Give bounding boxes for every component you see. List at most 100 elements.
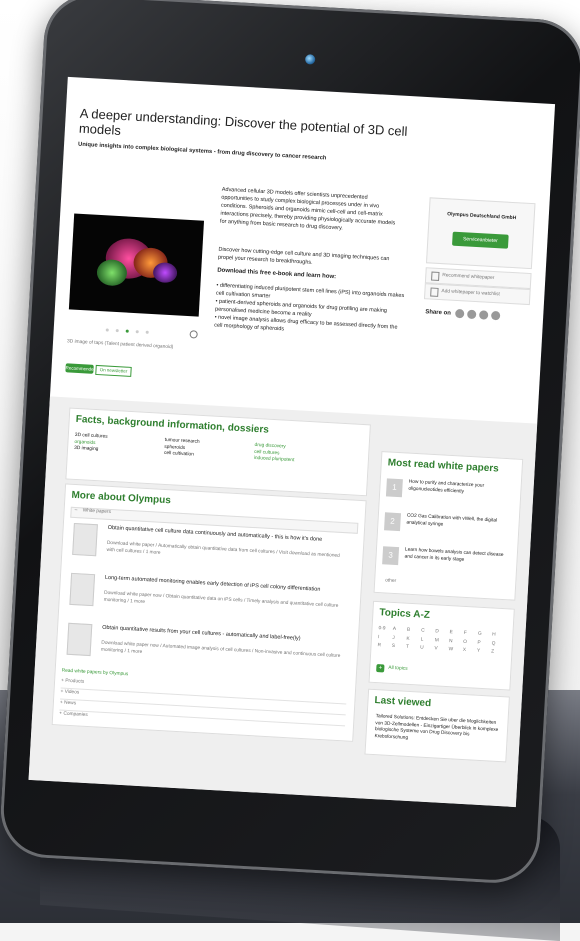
letter-link[interactable]: U <box>420 646 435 653</box>
plus-icon: + <box>376 664 385 673</box>
zoom-icon[interactable] <box>189 330 198 339</box>
carousel-dot[interactable] <box>115 328 119 333</box>
carousel-dot-active[interactable] <box>125 329 129 333</box>
facts-col-2: tumour research spheroids cell cultivati… <box>164 438 245 462</box>
image-caption: 3D image of taps (Talent patient derived… <box>66 339 174 351</box>
most-read-title-text: How to purify and characterize your olig… <box>408 479 485 495</box>
letter-link[interactable]: J <box>392 636 407 643</box>
rank-badge: 2 <box>384 512 402 532</box>
section-label: White papers <box>82 508 112 516</box>
most-read-item[interactable]: 1 How to purify and characterize your ol… <box>385 476 514 511</box>
email-icon[interactable] <box>490 310 501 321</box>
letter-grid: 0-9 A B C D E F G H I J K L M N O P Q R … <box>377 626 506 657</box>
most-read-title: Most read white papers <box>387 457 500 475</box>
watchlist-label: Add whitepaper to watchlist <box>441 289 500 298</box>
whitepaper-meta: Download white paper now / Obtain quanti… <box>103 590 339 609</box>
share-icons <box>454 308 525 323</box>
all-topics-label: All topics <box>388 665 408 672</box>
letter-link[interactable]: N <box>449 639 464 646</box>
facts-col-3: drug discovery cell cultures induced plu… <box>254 443 355 468</box>
whitepaper-item[interactable]: Long-term automated monitoring enables e… <box>69 572 355 633</box>
letter-link[interactable]: Q <box>491 641 506 648</box>
facebook-icon[interactable] <box>478 310 489 320</box>
hero-image[interactable] <box>68 213 205 317</box>
document-thumbnail <box>72 522 98 557</box>
letter-link[interactable]: D <box>435 629 450 636</box>
last-viewed-panel: Last viewed Tailored Solutions: Entdecke… <box>364 688 510 763</box>
letter-link[interactable]: K <box>406 636 421 643</box>
minus-icon: – <box>74 507 78 514</box>
letter-link[interactable]: 0-9 <box>378 626 393 633</box>
letter-link[interactable]: V <box>434 646 449 653</box>
letter-link[interactable]: M <box>435 638 450 645</box>
benefit-text: differentiating induced pluripotent stem… <box>215 282 405 300</box>
most-read-item[interactable]: 2 CO2 Gas Calibration with vWell, the di… <box>384 510 513 545</box>
letter-link[interactable]: E <box>449 630 464 637</box>
letter-link[interactable]: S <box>392 644 407 651</box>
letter-link[interactable]: P <box>477 640 492 647</box>
collapsed-label: Videos <box>64 689 80 696</box>
facts-panel: Facts, background information, dossiers … <box>65 407 371 497</box>
linkedin-icon[interactable] <box>466 309 477 320</box>
watchlist-icon <box>430 287 439 297</box>
organoid-shape <box>152 262 178 284</box>
intro-paragraph: Advanced cellular 3D models offer scient… <box>219 186 396 232</box>
letter-link[interactable]: I <box>378 635 393 642</box>
recommend-icon <box>431 271 440 281</box>
collapsed-label: Products <box>65 678 85 685</box>
most-read-title-text: CO2 Gas Calibration with vWell, the digi… <box>406 513 498 528</box>
tab-newsletter[interactable]: On newsletter <box>95 364 132 377</box>
rank-badge: 3 <box>382 546 400 566</box>
screen: A deeper understanding: Discover the pot… <box>28 76 556 808</box>
facts-col-1: 3D cell cultures organoids 3D imaging <box>74 433 155 457</box>
carousel-dot[interactable] <box>145 330 149 334</box>
letter-link[interactable]: B <box>407 628 422 635</box>
tablet-device: A deeper understanding: Discover the pot… <box>0 0 580 886</box>
letter-link[interactable]: T <box>406 645 421 652</box>
topics-title: Topics A-Z <box>379 607 431 621</box>
tab-recommended[interactable]: Recommended <box>65 363 96 374</box>
most-read-title-text: Learn how bowels analysis can detect dis… <box>404 547 504 563</box>
contact-button[interactable]: Serviceanbieter <box>452 231 509 249</box>
last-viewed-item[interactable]: Tailored Solutions: Entdecken Sie uber d… <box>374 714 499 747</box>
most-read-other[interactable]: other <box>385 578 396 585</box>
organoid-shape <box>96 258 128 287</box>
last-viewed-title: Last viewed <box>374 695 432 710</box>
carousel-dots[interactable] <box>105 327 166 336</box>
document-thumbnail <box>66 622 93 657</box>
letter-link[interactable]: L <box>420 637 435 644</box>
letter-link[interactable]: Y <box>477 649 492 656</box>
company-name[interactable]: Olympus Deutschland GmbH <box>436 211 528 222</box>
most-read-item[interactable]: 3 Learn how bowels analysis can detect d… <box>382 544 511 579</box>
carousel-dot[interactable] <box>105 328 109 332</box>
second-paragraph: Discover how cutting-edge cell culture a… <box>217 246 390 266</box>
letter-link[interactable]: Z <box>491 650 506 657</box>
benefit-list: • differentiating induced pluripotent st… <box>214 282 406 341</box>
collapsed-label: Companies <box>63 711 88 719</box>
letter-link[interactable]: G <box>478 632 493 639</box>
whitepaper-meta: Download white paper / Automatically obt… <box>106 540 340 559</box>
document-thumbnail <box>69 572 96 607</box>
whitepaper-item[interactable]: Obtain quantitative cell culture data co… <box>71 522 357 583</box>
most-read-panel: Most read white papers 1 How to purify a… <box>373 451 524 601</box>
letter-link[interactable]: R <box>377 643 392 650</box>
whitepaper-meta: Download white paper now / Automated ima… <box>100 640 341 660</box>
all-topics-link[interactable]: + All topics <box>376 664 476 680</box>
letter-link[interactable]: F <box>463 631 478 638</box>
letter-link[interactable]: O <box>463 639 478 646</box>
topics-panel: Topics A-Z 0-9 A B C D E F G H I J K L M <box>368 600 515 691</box>
camera-icon <box>304 54 316 65</box>
rank-badge: 1 <box>385 478 403 498</box>
recommend-label: Recommend whitepaper <box>442 273 495 282</box>
provider-box: Olympus Deutschland GmbH Serviceanbieter <box>425 197 536 270</box>
twitter-icon[interactable] <box>454 308 465 319</box>
letter-link[interactable]: A <box>392 627 407 634</box>
lower-section: Facts, background information, dossiers … <box>28 396 538 808</box>
carousel-dot[interactable] <box>135 330 139 334</box>
letter-link[interactable]: X <box>463 648 478 655</box>
collapsed-label: News <box>63 700 77 707</box>
letter-link[interactable]: H <box>492 632 507 639</box>
letter-link[interactable]: W <box>448 647 463 654</box>
share-label: Share on <box>425 309 452 317</box>
letter-link[interactable]: C <box>421 629 436 636</box>
